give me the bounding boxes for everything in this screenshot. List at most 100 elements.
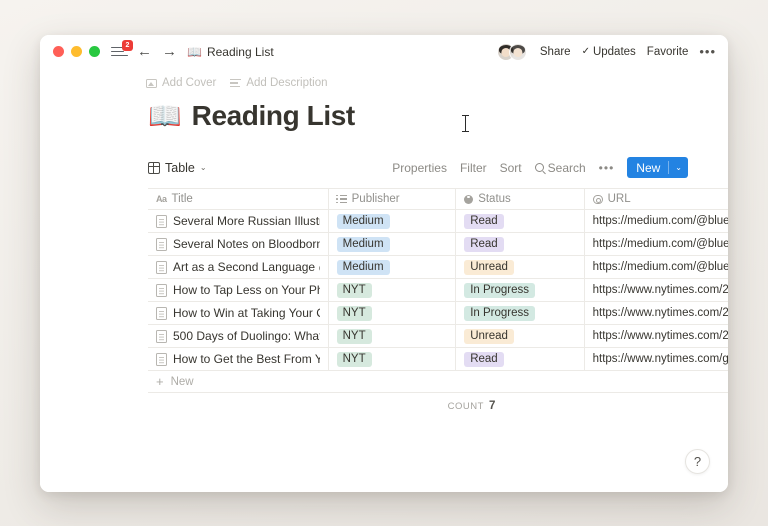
cell-url[interactable]: https://medium.com/@blue: [585, 256, 728, 278]
add-description-button[interactable]: Add Description: [230, 77, 327, 89]
publisher-tag: NYT: [337, 352, 372, 367]
cell-status[interactable]: In Progress: [456, 279, 584, 301]
status-badge: Read: [464, 352, 504, 367]
table-row[interactable]: 500 Days of Duolingo: What You Car NYT U…: [148, 325, 728, 348]
cell-url[interactable]: https://www.nytimes.com/g: [585, 348, 728, 370]
cell-publisher[interactable]: Medium: [329, 256, 457, 278]
column-header-label: Title: [172, 193, 193, 205]
cell-publisher[interactable]: NYT: [329, 279, 457, 301]
forward-arrow-icon[interactable]: →: [162, 44, 177, 59]
table-row[interactable]: How to Get the Best From Your Immu NYT R…: [148, 348, 728, 371]
maximize-window-button[interactable]: [89, 46, 100, 57]
page-icon: [156, 261, 167, 274]
cell-publisher[interactable]: Medium: [329, 233, 457, 255]
avatar-group[interactable]: [497, 43, 527, 61]
page-icon: [156, 284, 167, 297]
close-window-button[interactable]: [53, 46, 64, 57]
check-icon: ✓: [582, 46, 590, 57]
desktop-background: 2 ← → 📖 Reading List: [0, 0, 768, 526]
navigation-arrows: ← →: [137, 44, 177, 59]
table-row[interactable]: How to Tap Less on Your Phone (but NYT I…: [148, 279, 728, 302]
title-text: Several More Russian Illustrators of I: [173, 214, 320, 228]
cell-status[interactable]: Read: [456, 210, 584, 232]
column-header-url[interactable]: URL: [585, 189, 728, 209]
breadcrumb[interactable]: 📖 Reading List: [187, 45, 274, 59]
updates-button[interactable]: ✓ Updates: [582, 46, 636, 58]
cell-publisher[interactable]: NYT: [329, 302, 457, 324]
page-icon: [156, 238, 167, 251]
cell-title[interactable]: How to Win at Taking Your Child to W: [148, 302, 329, 324]
page-icon: [156, 307, 167, 320]
chevron-down-icon: ⌄: [200, 163, 207, 172]
cell-status[interactable]: In Progress: [456, 302, 584, 324]
cell-status[interactable]: Read: [456, 348, 584, 370]
cell-title[interactable]: Several More Russian Illustrators of I: [148, 210, 329, 232]
search-button[interactable]: Search: [535, 161, 586, 175]
view-name-label: Table: [165, 161, 195, 175]
status-badge: Read: [464, 214, 504, 229]
cell-title[interactable]: How to Get the Best From Your Immu: [148, 348, 329, 370]
cell-status[interactable]: Read: [456, 233, 584, 255]
database-toolbar: Table ⌄ Properties Filter Sort Search ••…: [40, 153, 728, 182]
filter-button[interactable]: Filter: [460, 161, 487, 175]
cell-title[interactable]: Art as a Second Language @remind 9: [148, 256, 329, 278]
breadcrumb-title: Reading List: [207, 45, 274, 59]
new-button[interactable]: New ⌄: [627, 157, 688, 178]
page-title-text[interactable]: Reading List: [192, 100, 355, 132]
cell-status[interactable]: Unread: [456, 325, 584, 347]
minimize-window-button[interactable]: [71, 46, 82, 57]
count-value: 7: [489, 400, 495, 412]
column-header-status[interactable]: Status: [456, 189, 584, 209]
table-header-row: Aa Title Publisher Status: [148, 188, 728, 210]
table-row[interactable]: How to Win at Taking Your Child to W NYT…: [148, 302, 728, 325]
cell-url[interactable]: https://medium.com/@blue: [585, 233, 728, 255]
more-options-icon[interactable]: •••: [699, 45, 716, 58]
plus-icon: +: [156, 375, 164, 388]
cell-publisher[interactable]: Medium: [329, 210, 457, 232]
cell-title[interactable]: 500 Days of Duolingo: What You Car: [148, 325, 329, 347]
help-button[interactable]: ?: [685, 449, 710, 474]
chevron-down-icon[interactable]: ⌄: [669, 163, 688, 172]
cell-url[interactable]: https://www.nytimes.com/2: [585, 279, 728, 301]
cell-title[interactable]: How to Tap Less on Your Phone (but: [148, 279, 329, 301]
cell-status[interactable]: Unread: [456, 256, 584, 278]
share-button[interactable]: Share: [540, 46, 571, 58]
url-text: https://medium.com/@blue: [593, 238, 728, 250]
publisher-tag: NYT: [337, 283, 372, 298]
cell-url[interactable]: https://www.nytimes.com/2: [585, 302, 728, 324]
tab-table-view[interactable]: Table ⌄: [148, 161, 207, 175]
database-table: Aa Title Publisher Status: [40, 188, 728, 419]
column-header-title[interactable]: Aa Title: [148, 189, 329, 209]
select-icon: [464, 195, 473, 204]
table-row[interactable]: Art as a Second Language @remind 9 Mediu…: [148, 256, 728, 279]
cell-url[interactable]: https://medium.com/@blue: [585, 210, 728, 232]
add-new-row-button[interactable]: + New: [148, 371, 728, 393]
cell-publisher[interactable]: NYT: [329, 325, 457, 347]
text-aa-icon: Aa: [156, 194, 167, 204]
book-icon[interactable]: 📖: [148, 103, 182, 130]
cell-url[interactable]: https://www.nytimes.com/2: [585, 325, 728, 347]
title-text: Art as a Second Language @remind 9: [173, 260, 320, 274]
add-description-label: Add Description: [246, 77, 327, 89]
updates-label: Updates: [593, 46, 636, 58]
table-row[interactable]: Several More Russian Illustrators of I M…: [148, 210, 728, 233]
properties-button[interactable]: Properties: [392, 161, 447, 175]
sort-button[interactable]: Sort: [500, 161, 522, 175]
favorite-button[interactable]: Favorite: [647, 46, 689, 58]
book-icon: 📖: [187, 46, 202, 58]
table-row[interactable]: Several Notes on Bloodborne Medium Read …: [148, 233, 728, 256]
column-header-publisher[interactable]: Publisher: [329, 189, 457, 209]
sidebar-toggle-icon[interactable]: 2: [111, 45, 128, 59]
cell-title[interactable]: Several Notes on Bloodborne: [148, 233, 329, 255]
url-text: https://www.nytimes.com/2: [593, 307, 728, 319]
row-count-footer[interactable]: Count 7: [148, 393, 728, 419]
count-label: Count: [448, 401, 484, 412]
column-header-label: URL: [608, 193, 631, 205]
add-cover-button[interactable]: Add Cover: [146, 77, 216, 89]
toolbar-more-icon[interactable]: •••: [599, 162, 615, 174]
publisher-tag: NYT: [337, 329, 372, 344]
cell-publisher[interactable]: NYT: [329, 348, 457, 370]
back-arrow-icon[interactable]: ←: [137, 44, 152, 59]
column-header-label: Publisher: [352, 193, 400, 205]
toolbar-right-group: Properties Filter Sort Search ••• New ⌄: [392, 157, 688, 178]
